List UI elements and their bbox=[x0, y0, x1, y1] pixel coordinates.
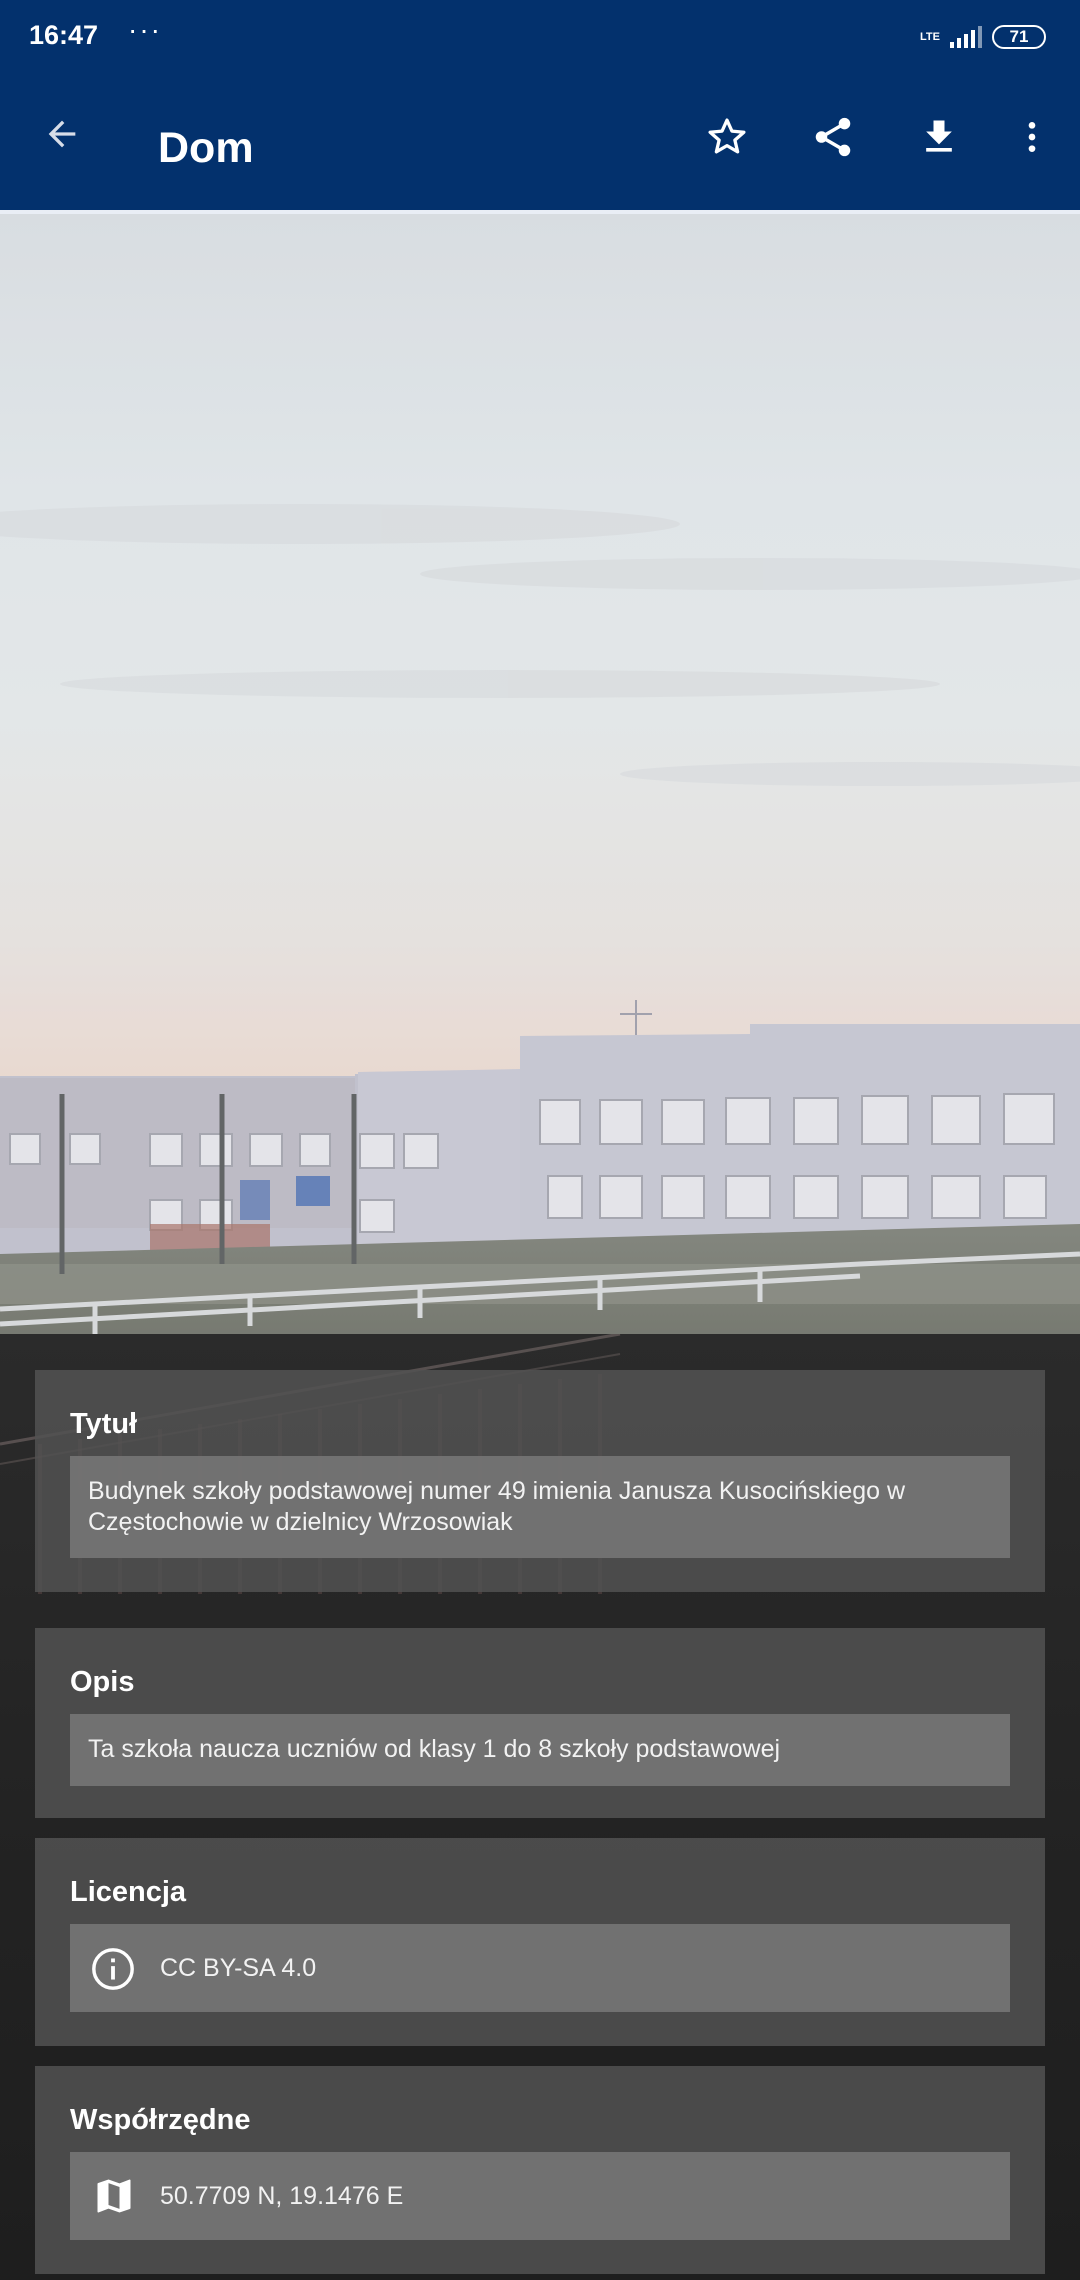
license-card: Licencja CC BY-SA 4.0 bbox=[35, 1838, 1045, 2046]
license-field[interactable]: CC BY-SA 4.0 bbox=[70, 1924, 1010, 2012]
arrow-back-icon[interactable] bbox=[36, 108, 88, 160]
download-icon[interactable] bbox=[912, 110, 966, 164]
status-bar: 16:47 ··· LTE 71 bbox=[0, 0, 1080, 72]
description-label: Opis bbox=[70, 1666, 135, 1698]
title-label: Tytuł bbox=[70, 1408, 138, 1440]
title-field: Budynek szkoły podstawowej numer 49 imie… bbox=[70, 1456, 1010, 1558]
description-field: Ta szkoła naucza uczniów od klasy 1 do 8… bbox=[70, 1714, 1010, 1786]
status-time: 16:47 bbox=[29, 20, 99, 50]
coordinates-text: 50.7709 N, 19.1476 E bbox=[160, 2182, 404, 2210]
photo-view[interactable] bbox=[0, 214, 1080, 1334]
details-panel: Tytuł Budynek szkoły podstawowej numer 4… bbox=[0, 1334, 1080, 2280]
title-text-line1: Budynek szkoły podstawowej numer 49 imie… bbox=[88, 1477, 906, 1505]
share-icon[interactable] bbox=[806, 110, 860, 164]
map-icon bbox=[92, 2174, 136, 2218]
info-icon bbox=[90, 1946, 136, 1992]
school-building-photo bbox=[0, 214, 1080, 1334]
lte-icon: LTE bbox=[920, 30, 940, 43]
signal-icon bbox=[950, 26, 982, 48]
page-title: Dom bbox=[158, 124, 254, 172]
coordinates-card: Współrzędne 50.7709 N, 19.1476 E bbox=[35, 2066, 1045, 2274]
license-label: Licencja bbox=[70, 1876, 187, 1908]
app-bar: Dom bbox=[0, 72, 1080, 210]
title-card: Tytuł Budynek szkoły podstawowej numer 4… bbox=[35, 1370, 1045, 1592]
title-text-line2: Częstochowie w dzielnicy Wrzosowiak bbox=[88, 1508, 513, 1536]
notification-overflow: ··· bbox=[128, 14, 162, 45]
license-text: CC BY-SA 4.0 bbox=[160, 1954, 317, 1982]
coordinates-label: Współrzędne bbox=[70, 2104, 251, 2136]
star-outline-icon[interactable] bbox=[700, 110, 754, 164]
description-card: Opis Ta szkoła naucza uczniów od klasy 1… bbox=[35, 1628, 1045, 1818]
description-text: Ta szkoła naucza uczniów od klasy 1 do 8… bbox=[88, 1735, 781, 1763]
status-indicators: LTE 71 bbox=[920, 22, 1046, 52]
more-vert-icon[interactable] bbox=[1006, 110, 1058, 164]
coordinates-field[interactable]: 50.7709 N, 19.1476 E bbox=[70, 2152, 1010, 2240]
battery-icon: 71 bbox=[992, 25, 1046, 49]
